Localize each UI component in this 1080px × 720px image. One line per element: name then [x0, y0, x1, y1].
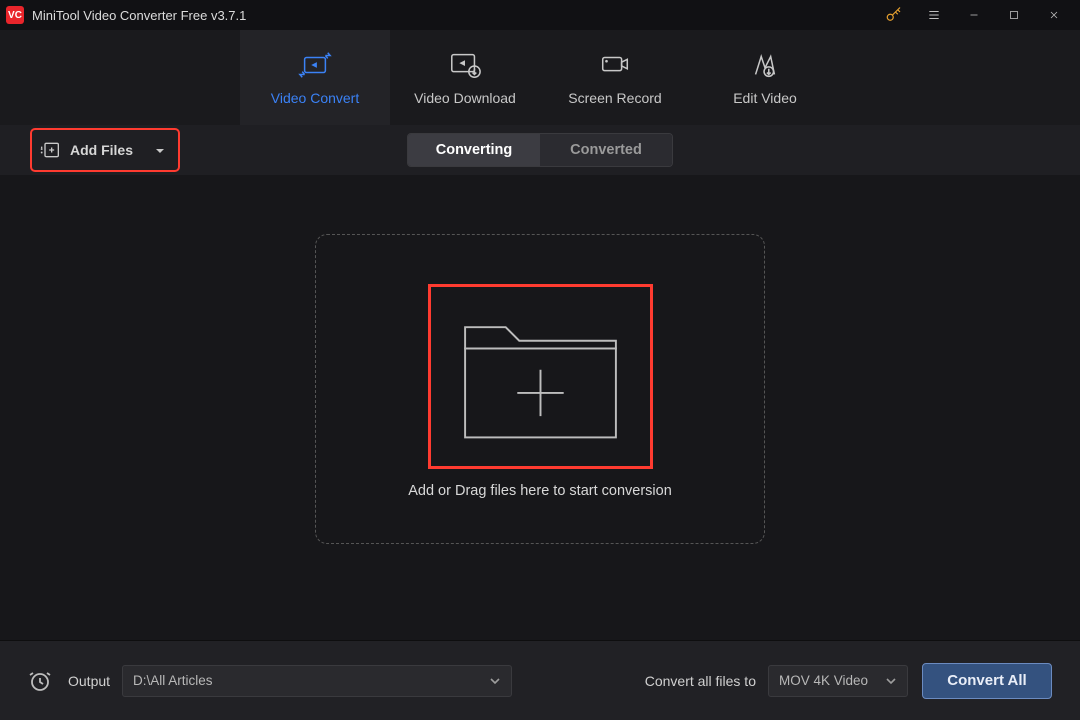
tab-video-download[interactable]: Video Download [390, 30, 540, 125]
edit-icon [748, 50, 782, 80]
dropzone-icon-highlight [428, 284, 653, 469]
dropzone[interactable]: Add or Drag files here to start conversi… [315, 234, 765, 544]
chevron-down-icon [154, 144, 166, 156]
main-nav: Video Convert Video Download Screen Reco… [0, 30, 1080, 125]
clock-icon[interactable] [28, 669, 52, 693]
output-label: Output [68, 673, 110, 689]
record-icon [598, 50, 632, 80]
convert-all-to-label: Convert all files to [645, 673, 756, 689]
conversion-status-toggle: Converting Converted [407, 133, 673, 167]
output-path-value: D:\All Articles [133, 673, 213, 688]
add-files-button[interactable]: Add Files [30, 128, 180, 172]
tab-edit-video[interactable]: Edit Video [690, 30, 840, 125]
key-icon[interactable] [874, 0, 914, 30]
add-file-icon [40, 141, 60, 159]
output-format-value: MOV 4K Video [779, 673, 868, 688]
tab-screen-record[interactable]: Screen Record [540, 30, 690, 125]
convert-icon [298, 50, 332, 80]
titlebar: VC MiniTool Video Converter Free v3.7.1 [0, 0, 1080, 30]
tab-converted[interactable]: Converted [540, 134, 672, 166]
tab-video-convert[interactable]: Video Convert [240, 30, 390, 125]
toolbar: Add Files Converting Converted [0, 125, 1080, 175]
add-files-label: Add Files [70, 142, 133, 158]
tab-label: Video Convert [271, 90, 359, 106]
download-icon [448, 50, 482, 80]
app-title: MiniTool Video Converter Free v3.7.1 [32, 8, 246, 23]
chevron-down-icon [489, 675, 501, 687]
dropzone-hint: Add or Drag files here to start conversi… [408, 483, 672, 499]
output-path-select[interactable]: D:\All Articles [122, 665, 512, 697]
tab-label: Screen Record [568, 90, 661, 106]
workspace: Add or Drag files here to start conversi… [0, 175, 1080, 640]
tab-converting[interactable]: Converting [408, 134, 540, 166]
output-format-select[interactable]: MOV 4K Video [768, 665, 908, 697]
convert-all-button[interactable]: Convert All [922, 663, 1052, 699]
chevron-down-icon [885, 675, 897, 687]
footer: Output D:\All Articles Convert all files… [0, 640, 1080, 720]
tab-label: Video Download [414, 90, 516, 106]
app-logo: VC [6, 6, 24, 24]
close-button[interactable] [1034, 0, 1074, 30]
app-logo-text: VC [8, 10, 22, 21]
maximize-button[interactable] [994, 0, 1034, 30]
folder-plus-icon [453, 304, 628, 449]
minimize-button[interactable] [954, 0, 994, 30]
tab-label: Edit Video [733, 90, 797, 106]
hamburger-menu-icon[interactable] [914, 0, 954, 30]
